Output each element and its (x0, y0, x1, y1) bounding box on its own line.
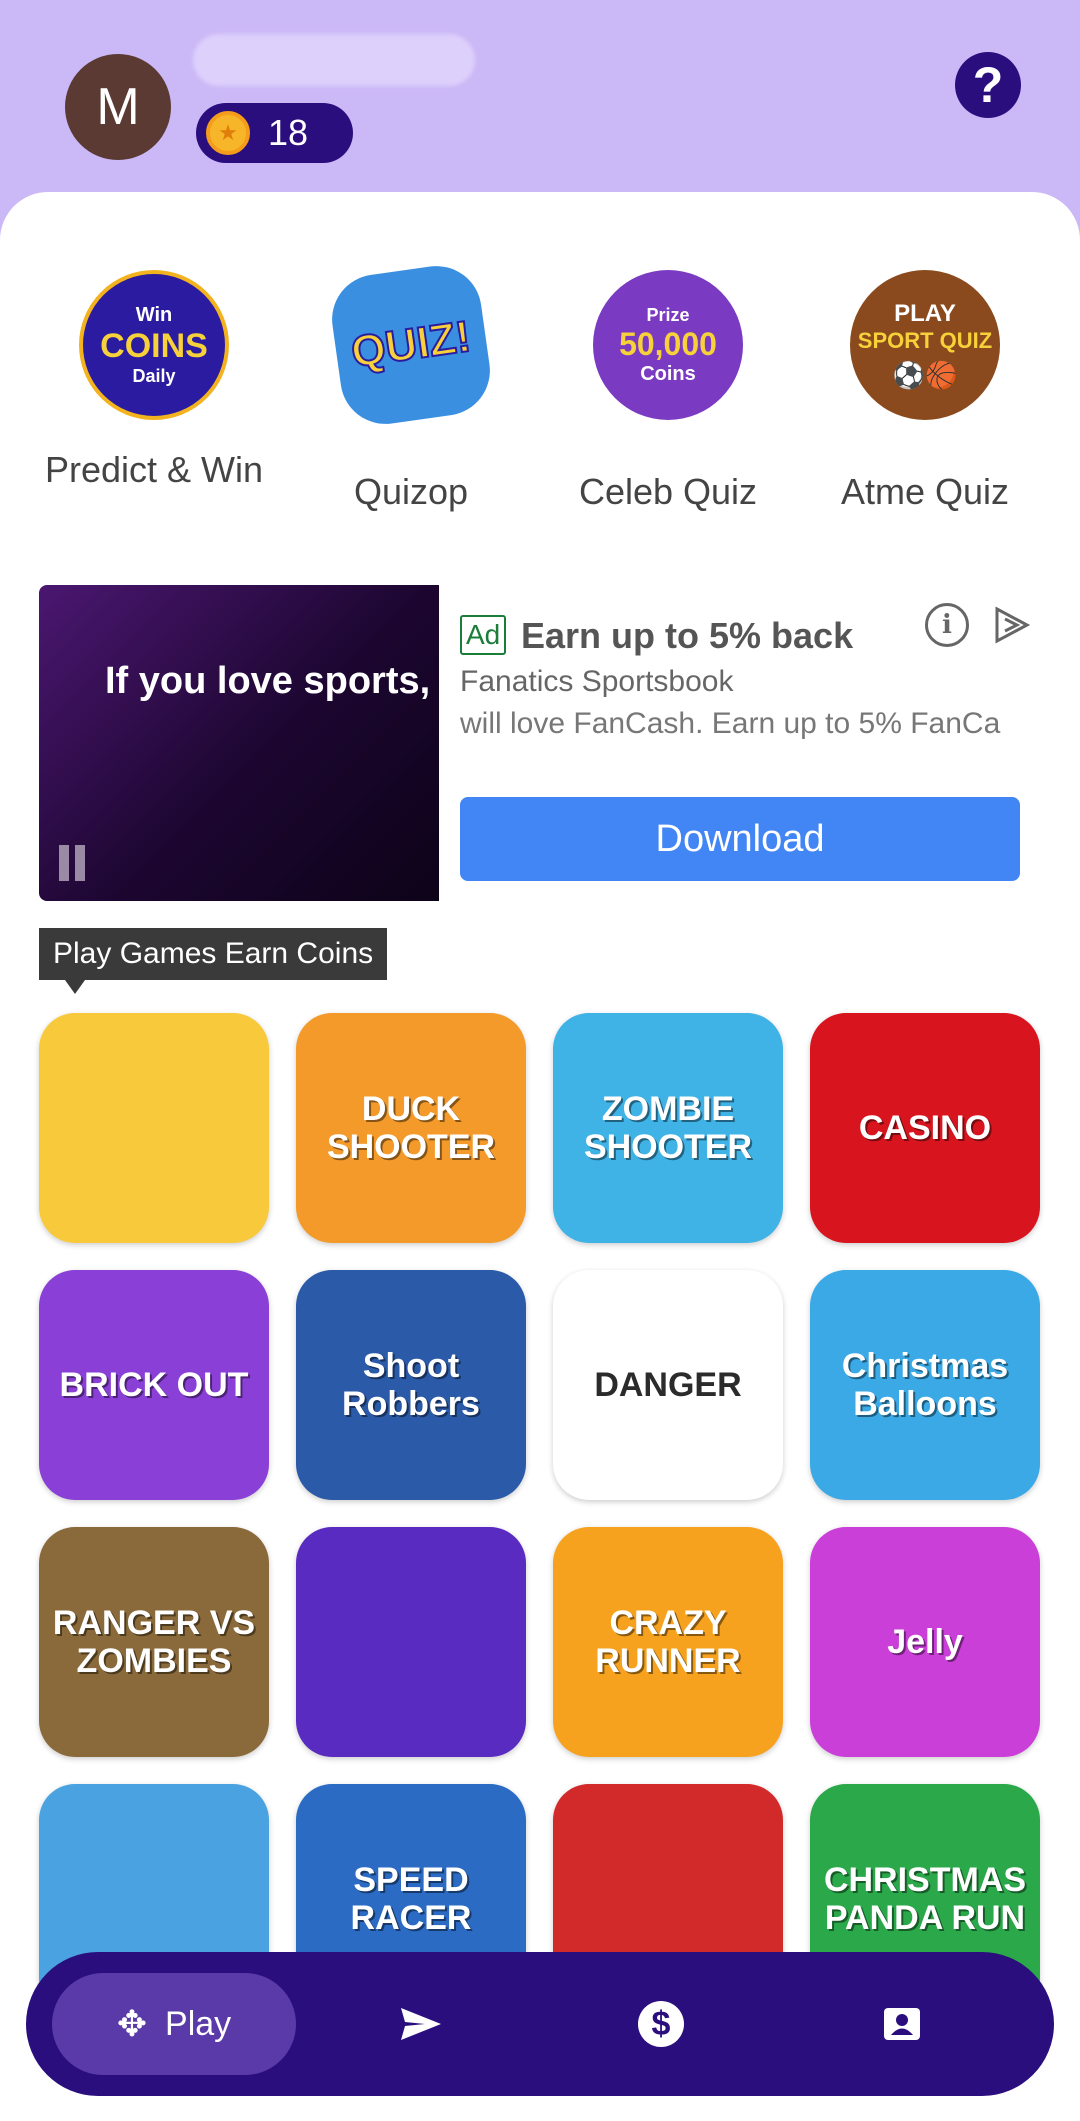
danger-icon: DANGER (594, 1366, 741, 1404)
crazy-runner-icon: CRAZY RUNNER (553, 1604, 783, 1680)
quiz-label: Atme Quiz (840, 471, 1010, 512)
ad-banner[interactable]: If you love sports, Ad Earn up to 5% bac… (39, 585, 1039, 901)
ad-video[interactable]: If you love sports, (39, 585, 439, 901)
game-title: Christmas Balloons (841, 1347, 1009, 1423)
quiz-label: Predict & Win (44, 449, 264, 490)
header: M ★ 18 ? (0, 0, 1080, 200)
jelly-icon: Jelly (887, 1623, 963, 1661)
zombie-shooter-icon: ZOMBIE SHOOTER (553, 1090, 783, 1166)
nav-play-tab[interactable]: ✥ Play (52, 1973, 296, 2075)
quiz-label: Quizop (353, 471, 469, 512)
download-button[interactable]: Download (460, 797, 1020, 881)
ad-badge: Ad (460, 615, 507, 655)
game-tile[interactable]: DUCK SHOOTER (296, 1013, 526, 1243)
game-tile[interactable]: ZOMBIE SHOOTER (553, 1013, 783, 1243)
game-tile[interactable]: Christmas Balloons (810, 1270, 1040, 1500)
brick-out-icon: BRICK OUT (60, 1366, 249, 1404)
game-tile[interactable]: RANGER VS ZOMBIES (39, 1527, 269, 1757)
prize-coins-icon: Prize 50,000 Coins (593, 270, 743, 420)
quiz-label: Celeb Quiz (578, 471, 758, 512)
casino-icon: CASINO (859, 1109, 991, 1147)
game-title: RANGER VS ZOMBIES (52, 1604, 256, 1680)
game-title: ZOMBIE SHOOTER (583, 1090, 753, 1166)
coin-count: 18 (268, 112, 309, 153)
panda-run-icon: CHRISTMAS PANDA RUN (810, 1861, 1040, 1937)
nav-play-label: Play (165, 2004, 232, 2043)
game-tile[interactable] (296, 1527, 526, 1757)
coin-icon: ★ (206, 111, 250, 155)
ranger-zombies-icon: RANGER VS ZOMBIES (39, 1604, 269, 1680)
game-tile[interactable]: CASINO (810, 1013, 1040, 1243)
help-icon[interactable]: ? (955, 52, 1021, 118)
game-title: CASINO (858, 1109, 992, 1147)
christmas-balloons-icon: Christmas Balloons (810, 1347, 1040, 1423)
quiz-quizop[interactable]: QUIZ! Quizop (296, 260, 526, 512)
username-placeholder (193, 34, 475, 86)
ad-body: will love FanCash. Earn up to 5% FanCa (460, 707, 1001, 740)
game-tile[interactable]: CRAZY RUNNER (553, 1527, 783, 1757)
quiz-predict-win[interactable]: Win COINS Daily Predict & Win (39, 270, 269, 490)
ad-advertiser: Fanatics Sportsbook (460, 665, 734, 698)
info-icon[interactable]: i (925, 603, 969, 647)
section-tooltip: Play Games Earn Coins (39, 928, 388, 994)
adchoices-icon[interactable] (989, 603, 1033, 647)
win-coins-daily-icon: Win COINS Daily (79, 270, 229, 420)
quiz-atme[interactable]: PLAY SPORT QUIZ ⚽🏀 Atme Quiz (810, 270, 1040, 512)
shoot-robbers-icon: Shoot Robbers (296, 1347, 526, 1423)
play-icon: ✥ (116, 2003, 148, 2044)
game-tile[interactable]: Jelly (810, 1527, 1040, 1757)
game-title: CRAZY RUNNER (595, 1604, 741, 1680)
send-icon[interactable] (389, 1992, 453, 2056)
game-title: DUCK SHOOTER (326, 1090, 496, 1166)
game-title: Jelly (887, 1623, 963, 1661)
profile-icon[interactable] (870, 1992, 934, 2056)
game-tile[interactable]: DANGER (553, 1270, 783, 1500)
quiz-celeb[interactable]: Prize 50,000 Coins Celeb Quiz (553, 270, 783, 512)
pause-icon[interactable] (59, 845, 89, 881)
dollar-icon[interactable]: $ (629, 1992, 693, 2056)
game-title: DANGER (594, 1366, 742, 1404)
game-tile[interactable]: Shoot Robbers (296, 1270, 526, 1500)
game-tile[interactable] (39, 1013, 269, 1243)
coin-balance[interactable]: ★ 18 (196, 103, 353, 163)
quiz-burst-icon: QUIZ! (326, 260, 496, 430)
avatar[interactable]: M (65, 54, 171, 160)
game-title: SPEED RACER (350, 1861, 472, 1937)
ad-title[interactable]: Earn up to 5% back (521, 615, 853, 657)
speed-racer-icon: SPEED RACER (296, 1861, 526, 1937)
game-title: BRICK OUT (59, 1366, 249, 1404)
game-tile[interactable]: BRICK OUT (39, 1270, 269, 1500)
ad-video-text: If you love sports, (105, 660, 431, 702)
duck-shooter-icon: DUCK SHOOTER (296, 1090, 526, 1166)
bottom-nav: ✥ Play $ (26, 1952, 1054, 2096)
game-title: CHRISTMAS PANDA RUN (823, 1861, 1027, 1937)
sport-quiz-icon: PLAY SPORT QUIZ ⚽🏀 (850, 270, 1000, 420)
game-title: Shoot Robbers (342, 1347, 480, 1423)
